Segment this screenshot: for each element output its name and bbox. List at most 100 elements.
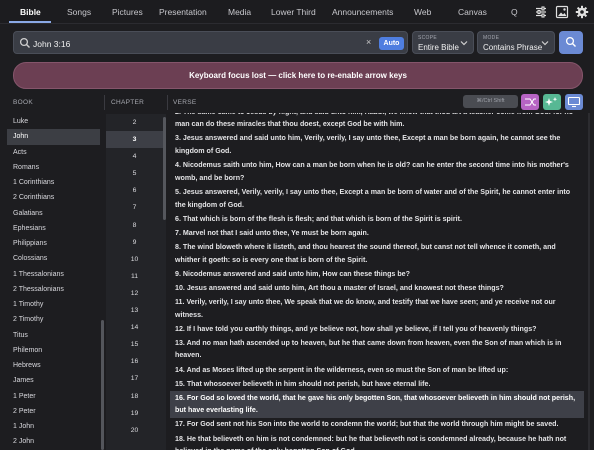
chapter-item[interactable]: 19 [106,405,166,422]
chapter-item[interactable]: 15 [106,336,166,353]
chapter-item[interactable]: 4 [106,148,166,165]
slides-button[interactable] [543,94,561,110]
book-item[interactable]: Philippians [7,236,100,251]
book-item[interactable]: Titus [7,328,100,343]
chevron-down-icon [541,41,549,46]
tab-media[interactable]: Media [228,7,251,17]
chapter-item[interactable]: 3 [106,131,166,149]
chapter-item[interactable]: 18 [106,388,166,405]
chapter-item[interactable]: 7 [106,199,166,216]
chapter-list-scrollbar[interactable] [163,117,166,220]
book-list-scrollbar[interactable] [101,320,104,450]
verse-item[interactable]: 11. Verily, verily, I say unto thee, We … [170,295,584,322]
verse-item[interactable]: 17. For God sent not his Son into the wo… [170,418,584,432]
chapter-item[interactable]: 9 [106,234,166,251]
chapter-item[interactable]: 12 [106,285,166,302]
chapter-list: 2 3 4 5 6 7 8 9 10 11 12 13 14 15 16 17 18 19 20 [106,114,166,450]
verse-item[interactable]: 9. Nicodemus answered and said unto him,… [170,267,584,281]
verse-scrollbar[interactable] [588,113,590,450]
book-item[interactable]: Philemon [7,343,100,358]
tab-pictures[interactable]: Pictures [112,7,143,17]
book-item[interactable]: 1 Peter [7,389,100,404]
book-item[interactable]: 2 Corinthians [7,190,100,205]
book-item[interactable]: Romans [7,160,100,175]
chapter-item[interactable]: 13 [106,302,166,319]
chapter-item[interactable]: 2 [106,114,166,131]
search-input[interactable]: John 3:16 [33,39,70,49]
monitor-icon [567,96,581,108]
verse-item[interactable]: 12. If I have told you earthly things, a… [170,322,584,336]
chevron-down-icon [460,41,468,46]
book-item[interactable]: 2 Timothy [7,312,100,327]
book-item[interactable]: Acts [7,145,100,160]
tab-songs[interactable]: Songs [67,7,91,17]
verse-item[interactable]: 18. He that believeth on him is not cond… [170,432,584,450]
chapter-item[interactable]: 6 [106,182,166,199]
book-item[interactable]: Luke [7,114,100,129]
book-item[interactable]: 1 John [7,419,100,434]
chapter-item[interactable]: 16 [106,353,166,370]
book-column-header: BOOK [13,99,33,106]
shuffle-button[interactable] [521,94,539,110]
auto-mode-badge[interactable]: Auto [379,37,404,50]
tab-lower-third[interactable]: Lower Third [271,7,316,17]
verse-item[interactable]: 7. Marvel not that I said unto thee, Ye … [170,226,584,240]
scope-value: Entire Bible [418,43,459,52]
tab-canvas[interactable]: Canvas [458,7,487,17]
chapter-item[interactable]: 11 [106,268,166,285]
book-item[interactable]: 2 Thessalonians [7,282,100,297]
column-divider [104,95,105,110]
verse-item[interactable]: 10. Jesus answered and said unto him, Ar… [170,281,584,295]
book-item[interactable]: 1 Timothy [7,297,100,312]
mode-value: Contains Phrase [483,43,543,52]
book-item[interactable]: James [7,373,100,388]
active-tab-indicator [9,21,51,23]
sparkle-icon [545,97,558,106]
chapter-item[interactable]: 5 [106,165,166,182]
gear-icon[interactable] [575,5,589,19]
image-icon[interactable] [555,5,569,19]
tab-announcements[interactable]: Announcements [332,7,393,17]
verse-item[interactable]: 14. And as Moses lifted up the serpent i… [170,363,584,377]
search-button[interactable] [559,31,583,54]
tab-overflow[interactable]: Q [511,7,518,17]
clear-search-button[interactable]: × [366,37,371,47]
chapter-item[interactable]: 20 [106,422,166,439]
book-item[interactable]: 1 Thessalonians [7,267,100,282]
book-item[interactable]: 2 John [7,434,100,449]
verse-item[interactable]: 5. Jesus answered, Verily, verily, I say… [170,185,584,212]
verse-item[interactable]: 13. And no man hath ascended up to heave… [170,336,584,363]
search-bar[interactable]: John 3:16 × Auto [13,31,408,54]
tab-presentation[interactable]: Presentation [159,7,207,17]
verse-panel: 2. The same came to Jesus by night, and … [170,113,588,450]
book-item[interactable]: 2 Peter [7,404,100,419]
verse-item[interactable]: 3. Jesus answered and said unto him, Ver… [170,132,584,159]
chapter-item[interactable]: 8 [106,217,166,234]
sliders-icon[interactable] [534,5,548,19]
tab-bible[interactable]: Bible [20,7,41,17]
search-icon [565,36,576,47]
verse-item[interactable]: 4. Nicodemus saith unto him, How can a m… [170,159,584,186]
verse-item[interactable]: 8. The wind bloweth where it listeth, an… [170,240,584,267]
chapter-item[interactable]: 14 [106,319,166,336]
scope-label: SCOPE [418,35,438,41]
keyboard-shortcut-hint[interactable]: ⌘/Ctrl Shift [463,95,518,108]
book-item[interactable]: Colossians [7,251,100,266]
present-button[interactable] [565,94,583,110]
book-item[interactable]: 1 Corinthians [7,175,100,190]
verse-item[interactable]: 2. The same came to Jesus by night, and … [170,113,584,132]
book-item[interactable]: Hebrews [7,358,100,373]
book-item[interactable]: Ephesians [7,221,100,236]
chapter-item[interactable]: 10 [106,251,166,268]
verse-item[interactable]: 6. That which is born of the flesh is fl… [170,212,584,226]
scope-dropdown[interactable]: SCOPE Entire Bible [412,31,474,54]
keyboard-focus-banner[interactable]: Keyboard focus lost — click here to re-e… [13,62,583,89]
verse-column-header: VERSE [173,99,197,106]
mode-dropdown[interactable]: MODE Contains Phrase [477,31,555,54]
verse-item[interactable]: 16. For God so loved the world, that he … [170,391,584,418]
book-item[interactable]: John [7,129,100,145]
book-item[interactable]: Galatians [7,206,100,221]
chapter-item[interactable]: 17 [106,370,166,387]
tab-web[interactable]: Web [414,7,431,17]
verse-item[interactable]: 15. That whosoever believeth in him shou… [170,377,584,391]
